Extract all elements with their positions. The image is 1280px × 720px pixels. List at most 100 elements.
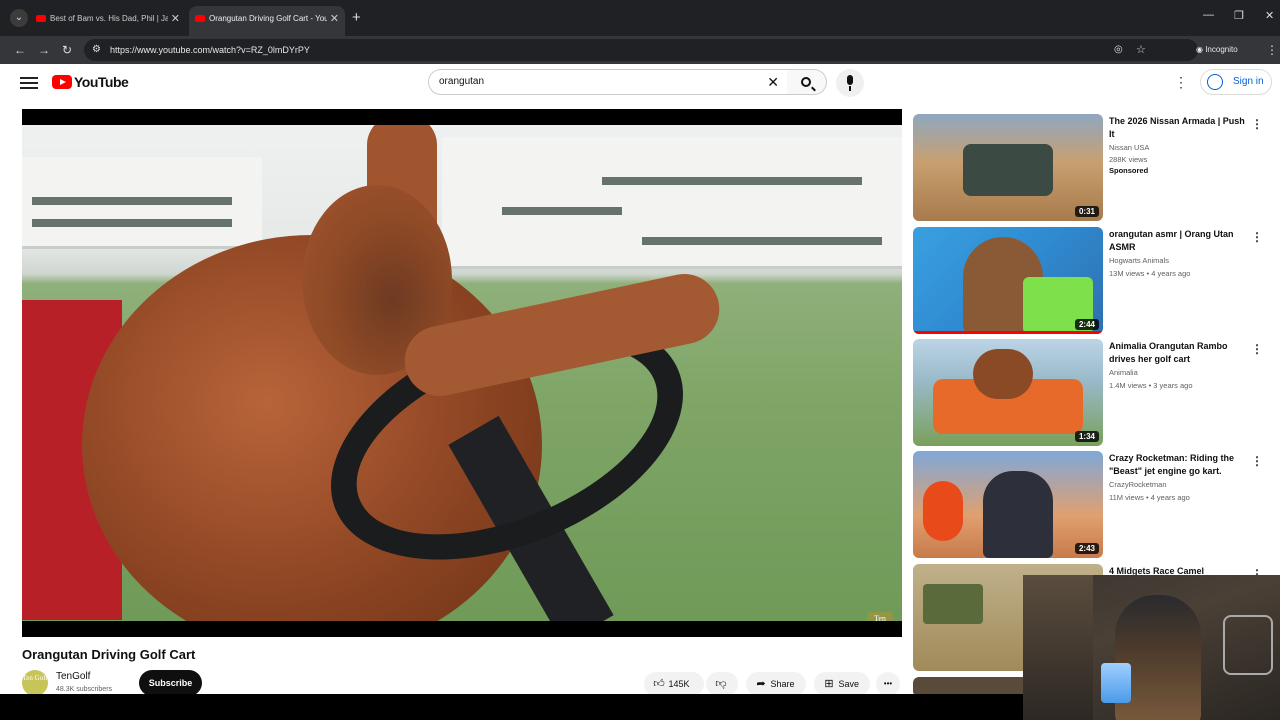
forward-arrow-icon[interactable]: → — [38, 41, 50, 59]
recommended-channel[interactable]: Hogwarts Animals — [1109, 256, 1169, 265]
browser-tab-strip: ⌄ Best of Bam vs. His Dad, Phil | Jackas… — [0, 0, 1280, 36]
recommended-meta: 1.4M views • 3 years ago — [1109, 381, 1193, 390]
subscribe-button[interactable]: Subscribe — [139, 670, 202, 696]
window-close-button[interactable]: ✕ — [1265, 9, 1274, 22]
channel-name[interactable]: TenGolf — [56, 671, 90, 682]
drink-cup-image — [1101, 663, 1131, 703]
browser-menu-icon[interactable]: ⋮ — [1266, 41, 1278, 59]
subscriber-count: 48.3K subscribers — [56, 686, 113, 693]
reload-icon[interactable]: ↻ — [62, 41, 72, 59]
recommended-title[interactable]: Animalia Orangutan Rambo drives her golf… — [1109, 340, 1247, 365]
tab-label: Best of Bam vs. His Dad, Phil | Jackass — [50, 14, 168, 23]
webcam-overlay — [1023, 575, 1280, 720]
recommended-channel[interactable]: Nissan USA — [1109, 143, 1149, 152]
guide-menu-icon[interactable] — [20, 74, 38, 92]
video-duration: 2:44 — [1074, 319, 1099, 330]
like-count: 145K — [668, 679, 690, 689]
back-arrow-icon[interactable]: ← — [14, 41, 26, 59]
clear-search-icon[interactable]: ✕ — [767, 70, 779, 94]
more-options-icon[interactable]: ⋮ — [1251, 231, 1263, 243]
thumbs-down-icon: 👎︎ — [715, 678, 727, 690]
recommended-meta: 13M views • 4 years ago — [1109, 269, 1191, 278]
jet-flame-image — [923, 481, 963, 541]
more-options-icon[interactable]: ⋮ — [1251, 343, 1263, 355]
tracking-eye-off-icon[interactable]: ◎ — [1114, 41, 1123, 59]
dislike-button[interactable]: 👎︎ — [706, 672, 738, 696]
new-tab-button[interactable]: + — [352, 9, 361, 27]
like-button[interactable]: 👍︎ 145K — [644, 672, 704, 696]
youtube-favicon-icon — [36, 15, 46, 22]
site-info-icon[interactable]: ⚙ — [92, 41, 101, 59]
recommended-channel[interactable]: Animalia — [1109, 368, 1138, 377]
address-url: https://www.youtube.com/watch?v=RZ_0lmDY… — [110, 45, 310, 55]
background-building — [22, 157, 262, 249]
tab-close-icon[interactable]: ✕ — [330, 6, 339, 32]
video-thumbnail[interactable]: 2:44 — [913, 227, 1103, 334]
recommended-video[interactable]: 0:31 The 2026 Nissan Armada | Push It Ni… — [913, 114, 1273, 222]
tab-label: Orangutan Driving Golf Cart - YouTube — [209, 14, 327, 23]
save-label: Save — [838, 679, 860, 689]
video-player[interactable]: Ten Golf — [22, 109, 902, 637]
tab-search-button[interactable]: ⌄ — [10, 9, 28, 27]
youtube-logo-icon[interactable] — [52, 75, 72, 89]
sponsored-label: Sponsored — [1109, 166, 1149, 175]
recommended-title[interactable]: Crazy Rocketman: Riding the "Beast" jet … — [1109, 452, 1247, 477]
search-input[interactable]: orangutan ✕ — [428, 69, 788, 95]
background-lamp — [1223, 615, 1273, 675]
maximize-button[interactable]: ❐ — [1234, 9, 1244, 22]
save-button[interactable]: ⊞ Save — [814, 672, 870, 696]
share-button[interactable]: ➦ Share — [746, 672, 806, 696]
more-options-icon[interactable]: ⋮ — [1251, 455, 1263, 467]
account-icon — [1207, 74, 1223, 90]
more-options-icon[interactable]: ⋮ — [1251, 118, 1263, 130]
video-thumbnail[interactable]: 1:34 — [913, 339, 1103, 446]
youtube-favicon-icon — [195, 15, 205, 22]
rider-image — [983, 471, 1053, 558]
watch-progress-bar — [913, 331, 1103, 334]
share-arrow-icon: ➦ — [756, 678, 766, 690]
thumbs-up-icon: 👍︎ — [653, 678, 665, 690]
recommended-title[interactable]: The 2026 Nissan Armada | Push It — [1109, 115, 1247, 140]
share-label: Share — [770, 679, 795, 689]
video-duration: 1:34 — [1074, 431, 1099, 442]
bookmark-star-icon[interactable]: ☆ — [1136, 41, 1146, 59]
youtube-wordmark[interactable]: YouTube — [74, 74, 129, 90]
video-thumbnail[interactable]: 0:31 — [913, 114, 1103, 221]
tab-close-icon[interactable]: ✕ — [171, 6, 180, 32]
incognito-label: Incognito — [1205, 45, 1238, 54]
vehicle-image — [923, 584, 983, 624]
sign-in-label: Sign in — [1233, 76, 1264, 87]
channel-watermark[interactable]: Ten Golf — [867, 612, 893, 621]
recommended-video[interactable]: 2:43 Crazy Rocketman: Riding the "Beast"… — [913, 451, 1273, 559]
minimize-button[interactable]: — — [1203, 9, 1214, 21]
screen: { "browser": { "tabs": [ {"label": "Best… — [0, 0, 1280, 720]
background-building — [442, 137, 902, 269]
video-thumbnail[interactable]: 2:43 — [913, 451, 1103, 558]
search-button[interactable] — [787, 69, 827, 95]
voice-search-mic-icon[interactable] — [836, 69, 864, 97]
youtube-header: YouTube orangutan ✕ ⋮ Sign in — [6, 64, 1274, 104]
browser-tab-active[interactable]: Orangutan Driving Golf Cart - YouTube ✕ — [189, 6, 345, 36]
video-frame: Ten Golf — [22, 125, 902, 621]
search-query: orangutan — [439, 76, 485, 87]
sign-in-button[interactable]: Sign in — [1200, 69, 1272, 95]
video-title: Orangutan Driving Golf Cart — [22, 647, 196, 662]
incognito-badge[interactable]: ◉ Incognito — [1196, 41, 1238, 59]
recommended-channel[interactable]: CrazyRocketman — [1109, 480, 1167, 489]
address-bar[interactable]: ⚙ https://www.youtube.com/watch?v=RZ_0lm… — [84, 39, 1198, 61]
browser-tab[interactable]: Best of Bam vs. His Dad, Phil | Jackass … — [30, 6, 186, 36]
channel-avatar[interactable]: Ten Golf — [22, 670, 48, 696]
recommended-meta: 288K views — [1109, 155, 1148, 164]
video-duration: 0:31 — [1074, 206, 1099, 217]
suv-image — [963, 144, 1053, 196]
recommended-video[interactable]: 2:44 orangutan asmr | Orang Utan ASMR Ho… — [913, 227, 1273, 335]
recommended-title[interactable]: orangutan asmr | Orang Utan ASMR — [1109, 228, 1247, 253]
background-shelf — [1023, 575, 1093, 720]
orangutan-image — [973, 349, 1033, 399]
browser-toolbar: ← → ↻ ⚙ https://www.youtube.com/watch?v=… — [0, 36, 1280, 64]
settings-menu-icon[interactable]: ⋮ — [1174, 74, 1188, 90]
search-icon — [801, 77, 811, 87]
more-actions-button[interactable]: ••• — [876, 672, 900, 696]
recommended-video[interactable]: 1:34 Animalia Orangutan Rambo drives her… — [913, 339, 1273, 447]
save-playlist-icon: ⊞ — [824, 678, 834, 690]
